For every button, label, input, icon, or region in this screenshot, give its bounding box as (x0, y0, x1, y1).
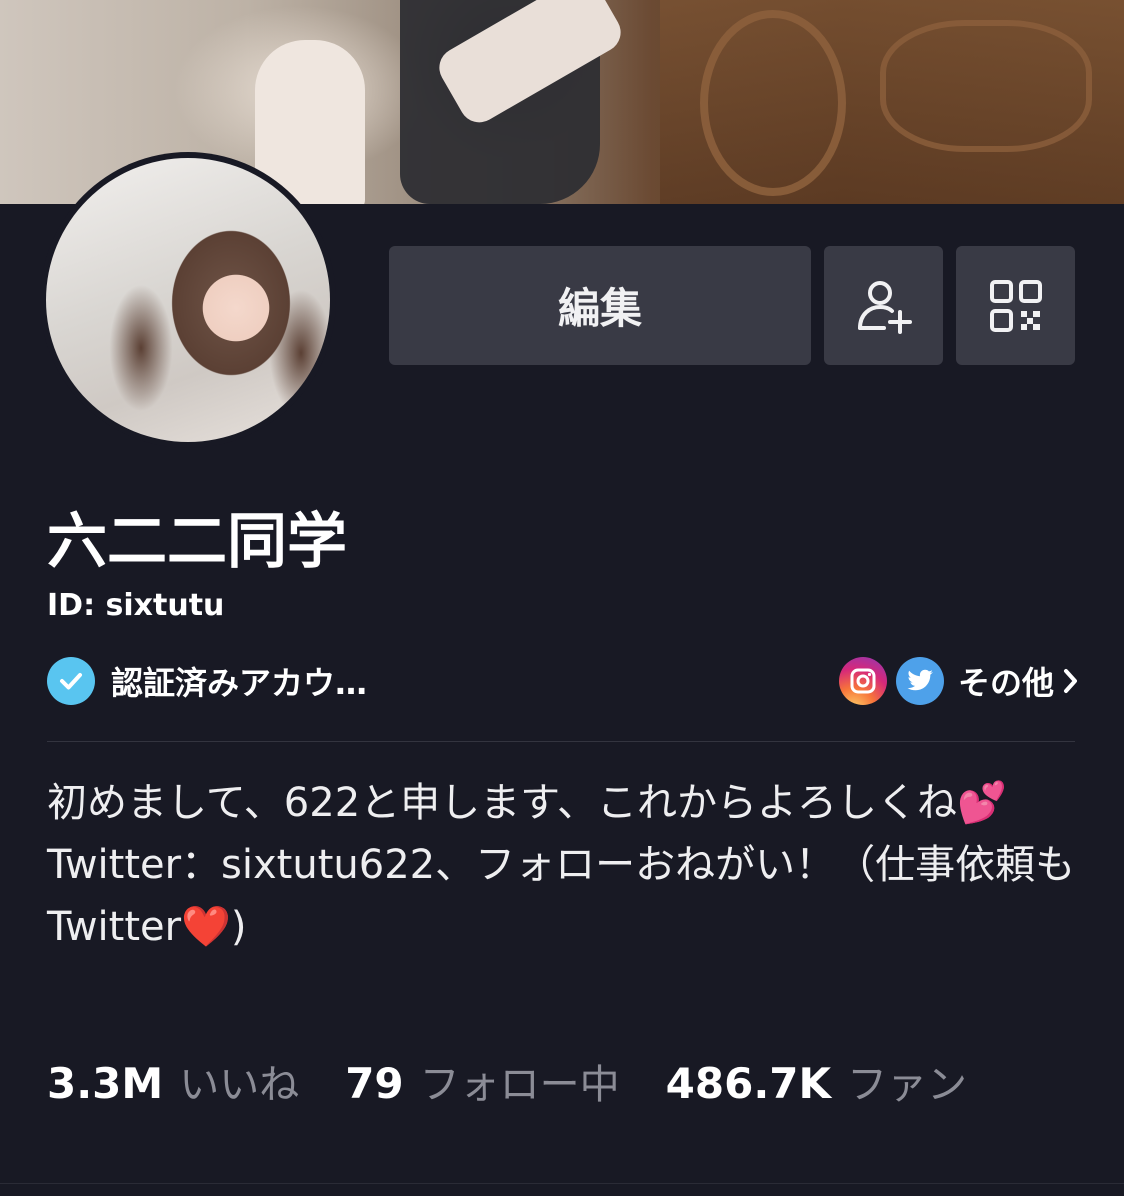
qr-code-icon (989, 279, 1042, 332)
twitter-icon[interactable] (895, 657, 944, 705)
verified-account-row[interactable]: 認証済みアカウ… (47, 657, 367, 705)
verified-check-icon (47, 657, 95, 705)
bottom-divider (0, 1183, 1124, 1184)
more-links-label[interactable]: その他 (958, 658, 1054, 704)
chevron-right-icon (1064, 669, 1077, 693)
display-name: 六二二同学 (47, 507, 347, 577)
avatar[interactable] (40, 152, 336, 448)
add-friend-button[interactable] (824, 246, 943, 365)
avatar-photo (46, 158, 330, 442)
social-links[interactable]: その他 (838, 657, 1080, 705)
profile-bio: 初めまして、622と申します、これからよろしくね💕 Twitter：sixtut… (47, 780, 1076, 950)
following-label[interactable]: フォロー中 (420, 1052, 620, 1110)
user-id: ID: sixtutu (47, 588, 225, 623)
fans-label[interactable]: ファン (847, 1052, 967, 1110)
likes-label: いいね (179, 1062, 300, 1108)
profile-stats: 3.3M いいね 79 フォロー中 486.7K ファン (47, 1052, 967, 1110)
add-user-icon (857, 280, 912, 334)
following-count[interactable]: 79 (345, 1059, 403, 1108)
likes-count: 3.3M (47, 1059, 164, 1108)
qr-code-button[interactable] (956, 246, 1075, 365)
fans-count[interactable]: 486.7K (666, 1059, 831, 1108)
verified-label: 認証済みアカウ… (111, 664, 368, 702)
divider (47, 741, 1075, 742)
instagram-icon[interactable] (838, 657, 887, 705)
edit-profile-button[interactable]: 編集 (389, 246, 811, 365)
